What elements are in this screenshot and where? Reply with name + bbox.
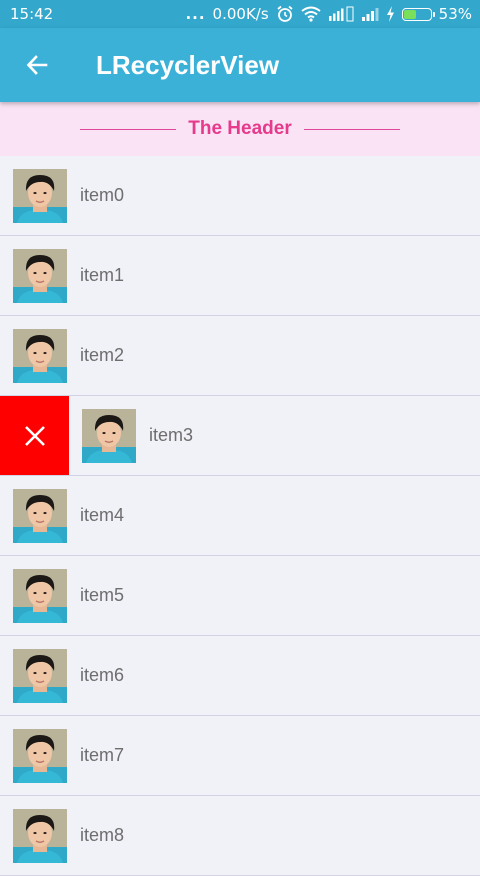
avatar-image	[82, 408, 136, 463]
list-item-label: item6	[80, 665, 125, 685]
list-item-label: item0	[80, 185, 125, 205]
avatar-image	[13, 328, 67, 383]
notification-dots: ...	[185, 5, 206, 23]
list-item-label: item4	[80, 505, 125, 525]
list-item-content: item6	[0, 636, 480, 715]
alarm-icon	[277, 5, 293, 22]
list-item[interactable]: item3	[0, 396, 480, 476]
status-bar: 15:42 ... 0.00K/s 53%	[0, 0, 480, 28]
list-item[interactable]: item2	[0, 316, 480, 396]
header-title: The Header	[188, 118, 292, 139]
list-item-content: item8	[0, 796, 480, 875]
list-item[interactable]: item7	[0, 716, 480, 796]
list-item[interactable]: item5	[0, 556, 480, 636]
avatar-image	[13, 248, 67, 303]
network-speed: 0.00K/s	[212, 5, 269, 23]
list-item-label: item5	[80, 585, 125, 605]
list-item-content: item0	[0, 156, 480, 235]
list-item-label: item3	[149, 425, 194, 445]
status-time: 15:42	[10, 5, 54, 23]
hd-signal-icon	[328, 6, 354, 22]
arrow-left-icon	[26, 55, 48, 75]
list-item[interactable]: item0	[0, 156, 480, 236]
list-item-content: item1	[0, 236, 480, 315]
avatar-image	[13, 488, 67, 543]
list-header: The Header	[0, 102, 480, 156]
list-item[interactable]: item1	[0, 236, 480, 316]
list-item-label: item7	[80, 745, 125, 765]
avatar-image	[13, 808, 67, 863]
list-item-label: item2	[80, 345, 125, 365]
status-icons: ... 0.00K/s 53%	[185, 5, 472, 23]
list-item-content: item7	[0, 716, 480, 795]
avatar-image	[13, 728, 67, 783]
battery-icon	[401, 7, 435, 21]
list-item-content: item4	[0, 476, 480, 555]
avatar-image	[13, 168, 67, 223]
toolbar-title: LRecyclerView	[96, 49, 280, 80]
recycler-list[interactable]: item0 item1 item2 item3 item4 item5 item…	[0, 156, 480, 876]
wifi-icon	[301, 6, 321, 22]
header-divider-right	[303, 128, 400, 130]
list-item[interactable]: item4	[0, 476, 480, 556]
avatar-image	[13, 568, 67, 623]
app-toolbar: LRecyclerView	[0, 28, 480, 102]
back-button[interactable]	[22, 50, 52, 80]
battery-level-fill	[403, 9, 417, 19]
charging-icon	[386, 6, 394, 22]
list-item-content: item3	[69, 396, 480, 475]
header-divider-left	[80, 128, 177, 130]
list-item-content: item2	[0, 316, 480, 395]
list-item-label: item1	[80, 265, 125, 285]
close-icon	[24, 425, 45, 446]
list-item[interactable]: item6	[0, 636, 480, 716]
list-item[interactable]: item8	[0, 796, 480, 876]
battery-percent: 53%	[438, 5, 472, 23]
list-item-content: item5	[0, 556, 480, 635]
delete-button[interactable]	[0, 396, 69, 475]
avatar-image	[13, 648, 67, 703]
list-item-label: item8	[80, 825, 125, 845]
signal-icon	[361, 8, 379, 21]
